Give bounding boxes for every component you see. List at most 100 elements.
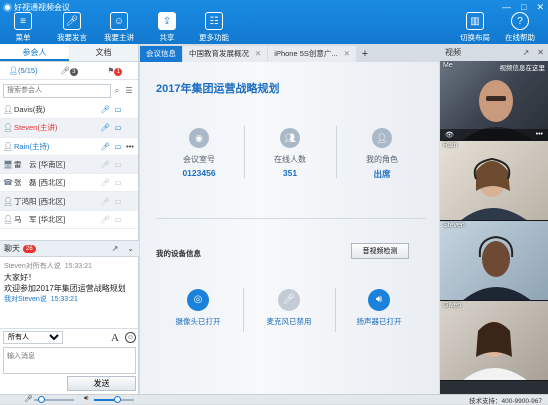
participant-row[interactable]: ☎︎ 张 磊 [西北区] 🎤︎ ▭ [0,174,138,193]
participant-row[interactable]: 👤︎ Rain(主持) 🎤︎ ▭ ••• [0,138,138,156]
add-tab-button[interactable]: + [357,46,373,62]
filter-flag[interactable]: ⚑ 1 [92,66,138,76]
people-icon: 👤︎ [8,66,18,75]
host-button[interactable]: ☺ 我要主讲 [99,12,139,43]
phone-icon: ☎︎ [3,178,13,188]
device-info-title: 我的设备信息 [156,249,201,258]
send-button[interactable]: 发送 [67,376,136,391]
center-panel: 会议信息 中国教育发展概况 ✕ iPhone 5S创意广... ✕ + 2017年集… [140,44,439,394]
share-button[interactable]: ⇪ 共享 [147,12,187,43]
user-icon: 👤︎ [3,123,14,133]
popout-icon[interactable]: ↗ [523,48,530,57]
chat-meta: Steven对所有人说 15:33:21 [4,263,92,270]
user-icon: 👤︎ [3,196,14,206]
tab-meeting-info[interactable]: 会议信息 [140,46,182,62]
mic-icon[interactable]: 🎤︎ [100,215,110,224]
chat-target-select[interactable]: 所有人 [3,331,63,344]
mic-status[interactable]: 🎤︎ 麦克风已禁用 [254,289,324,327]
chat-title: 聊天 [4,244,20,253]
user-icon: 👤︎ [3,141,14,151]
chat-tools: 所有人 A ☺ [0,328,139,346]
menu-icon: ≡ [14,12,32,30]
popout-icon[interactable]: ↗ [112,244,119,253]
layout-icon: ▥ [466,12,484,30]
participant-list: 👤︎ Davis(我) 🎤︎ ▭ 👤︎ Steven(主讲) 🎤︎ ▭ 👤︎ Rain(主持) 🎤︎… [0,101,138,230]
search-input[interactable] [3,83,111,98]
camera-icon[interactable]: ▭ [110,215,126,224]
person-video-icon [463,321,527,380]
menu-button[interactable]: ≡ 菜单 [3,12,43,43]
mic-icon[interactable]: 🎤︎ [100,197,110,206]
more-icon[interactable]: ••• [126,142,138,151]
participant-search: ⌕ ☰ [3,82,135,99]
filter-all[interactable]: 👤︎(5/15) [0,66,46,75]
list-view-icon[interactable]: ☰ [123,86,135,95]
camera-status[interactable]: ◎ 摄像头已打开 [163,289,233,327]
speaker-volume-knob[interactable] [114,396,121,403]
mic-icon[interactable]: 🎤︎ [100,142,110,151]
participant-name: 雷 云 [华南区] [14,160,66,170]
chat-header: 聊天 26 ↗ ⌄ [0,240,139,257]
share-icon: ⇪ [158,12,176,30]
user-icon: 👤︎ [3,214,14,224]
mic-icon[interactable]: 🎤︎ [100,178,110,187]
speak-button[interactable]: 🎤︎ 我要发言 [52,12,92,43]
participant-row[interactable]: 👤︎ 丁鸿阳 [西北区] 🎤︎ ▭ [0,192,138,211]
camera-icon[interactable]: ▭ [110,160,126,169]
user-icon: 👤︎ [3,105,14,115]
close-tab-icon[interactable]: ✕ [344,46,350,62]
divider [156,218,426,219]
mic-icon[interactable]: 🎤︎ [100,123,110,132]
chat-input[interactable] [3,347,136,374]
participant-name: Davis(我) [14,105,46,115]
font-icon[interactable]: A [111,332,119,344]
close-icon[interactable]: ✕ [537,48,544,57]
video-tile[interactable]: Given [440,301,548,381]
av-test-button[interactable]: 音视频检测 [351,243,409,259]
layout-button[interactable]: ▥ 切换布局 [455,12,495,43]
participant-row[interactable]: 👤︎ Davis(我) 🎤︎ ▭ [0,101,138,120]
app-logo-icon [3,3,12,12]
camera-icon[interactable]: ▭ [110,142,126,151]
person-video-icon [461,157,527,220]
flag-icon: ⚑ [107,65,115,75]
camera-icon[interactable]: ▭ [110,123,126,132]
speaker-icon: 🔊︎ [368,289,390,311]
participant-row[interactable]: 🖥︎ 雷 云 [华南区] 🎤︎ ▭ [0,155,138,175]
participant-row[interactable]: 👤︎ 马 军 [华北区] 🎤︎ ▭ [0,211,138,230]
tab-video[interactable]: iPhone 5S创意广... ✕ [268,46,356,62]
mic-icon[interactable]: 🎤︎ [100,105,110,114]
mic-icon[interactable]: 🎤︎ [100,160,110,169]
mic-volume-knob[interactable] [38,396,45,403]
help-button[interactable]: ? 在线帮助 [500,12,540,43]
collapse-icon[interactable]: ⌄ [127,244,134,253]
video-tile[interactable]: Steven [440,221,548,301]
meeting-title: 2017年集团运营战略规划 [156,83,280,95]
camera-icon[interactable]: ▭ [110,105,126,114]
participant-name: 马 军 [华北区] [14,214,66,224]
divider [335,288,336,332]
tab-document[interactable]: 中国教育发展概况 ✕ [183,46,268,62]
camera-icon[interactable]: ▭ [110,197,126,206]
video-tile[interactable]: Rain [440,141,548,221]
video-tile[interactable]: Me 视频信息在这里 👁︎ ••• [440,61,548,141]
left-panel: 参会人 文档 👤︎(5/15) 🎤︎3 ⚑1 ⌕ ☰ 👤︎Davis(我)🎤︎▭… [0,44,139,394]
video-controls: 👁︎ ••• [440,129,548,140]
more-button[interactable]: ☷ 更多功能 [194,12,234,43]
emoji-icon[interactable]: ☺ [125,332,136,343]
participant-row[interactable]: 👤︎ Steven(主讲) 🎤︎ ▭ [0,119,138,138]
tab-participants[interactable]: 参会人 [0,44,69,61]
participant-filter: 👤︎(5/15) 🎤︎ 3 ⚑ 1 [0,62,138,80]
mic-icon: 🎤︎ [24,396,33,403]
search-icon[interactable]: ⌕ [111,86,123,96]
speaker-status[interactable]: 🔊︎ 扬声器已打开 [344,289,414,327]
eye-icon[interactable]: 👁︎ [445,131,454,139]
more-icon[interactable]: ••• [536,131,543,138]
person-video-icon [463,235,531,300]
filter-mic[interactable]: 🎤︎ 3 [46,66,92,76]
tab-docs[interactable]: 文档 [69,44,138,61]
camera-icon: ◎ [187,289,209,311]
online-count: 👥︎ 在线人数 351 [245,128,335,178]
camera-icon[interactable]: ▭ [110,178,126,187]
close-tab-icon[interactable]: ✕ [255,46,261,62]
